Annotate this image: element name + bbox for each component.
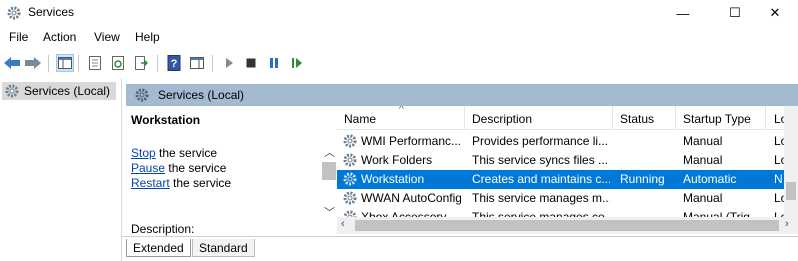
- back-arrow-icon: [4, 57, 20, 69]
- maximize-icon: ☐: [729, 5, 741, 20]
- pause-icon: [270, 58, 278, 68]
- close-icon: ✕: [769, 5, 781, 20]
- tree-item-label: Services (Local): [24, 84, 111, 98]
- table-row[interactable]: WMI Performanc... Provides performance l…: [337, 132, 798, 151]
- service-gear-icon: [343, 153, 357, 167]
- services-gear-icon: [135, 88, 149, 102]
- row-description: Provides performance li...: [472, 134, 609, 148]
- column-startup-type[interactable]: Startup Type: [683, 112, 751, 126]
- table-row-selected[interactable]: Workstation Creates and maintains c... R…: [337, 170, 798, 189]
- menu-view[interactable]: View: [94, 30, 120, 44]
- help-book-icon: ?: [167, 55, 181, 71]
- sort-caret-icon: ^: [399, 106, 404, 115]
- row-name: Workstation: [361, 172, 425, 186]
- row-description: This service manages m...: [472, 191, 610, 205]
- row-description: This service syncs files ...: [472, 153, 609, 167]
- export-icon: [135, 56, 148, 70]
- service-detail-panel: Workstation Stop the service Pause the s…: [126, 106, 342, 236]
- properties-icon: [89, 56, 101, 70]
- stop-link[interactable]: Stop: [131, 146, 156, 160]
- console-tree: Services (Local): [0, 78, 122, 261]
- services-gear-icon: [5, 84, 19, 98]
- help-button[interactable]: ?: [165, 54, 183, 72]
- minimize-button[interactable]: —: [660, 0, 706, 26]
- menu-help[interactable]: Help: [135, 30, 160, 44]
- window-title: Services: [28, 5, 75, 19]
- scroll-right-icon[interactable]: ›: [785, 218, 789, 230]
- list-horizontal-scrollbar[interactable]: ‹ ›: [337, 217, 798, 234]
- description-label: Description:: [131, 222, 195, 236]
- row-startup: Automatic: [683, 172, 737, 186]
- refresh-button[interactable]: [109, 54, 127, 72]
- minimize-icon: —: [676, 5, 690, 21]
- console-tree-icon: [58, 57, 72, 69]
- service-gear-icon: [343, 172, 357, 186]
- properties-button[interactable]: [86, 54, 104, 72]
- back-button[interactable]: [3, 54, 21, 72]
- show-action-pane-button[interactable]: [188, 54, 206, 72]
- list-vertical-scrollbar[interactable]: [784, 106, 798, 217]
- column-description[interactable]: Description: [472, 112, 532, 126]
- services-list: ^ Name Description Status Startup Type L…: [337, 106, 798, 234]
- menu-bar: File Action View Help: [0, 28, 798, 48]
- scroll-left-icon[interactable]: ‹: [341, 218, 345, 230]
- column-headers: ^ Name Description Status Startup Type L…: [337, 106, 798, 130]
- row-name: WMI Performanc...: [361, 134, 461, 148]
- restart-icon: [292, 58, 302, 68]
- view-tabs: Extended Standard: [122, 236, 798, 261]
- refresh-icon: [112, 56, 124, 70]
- service-gear-icon: [343, 134, 357, 148]
- stop-service-button[interactable]: [242, 54, 260, 72]
- svg-text:?: ?: [171, 58, 178, 70]
- tab-standard[interactable]: Standard: [192, 239, 255, 257]
- menu-action[interactable]: Action: [43, 30, 76, 44]
- start-service-button[interactable]: [220, 54, 238, 72]
- row-startup: Manual: [683, 153, 723, 167]
- detail-scrollbar[interactable]: ︿ ﹀: [321, 140, 337, 232]
- row-description: Creates and maintains c...: [472, 172, 610, 186]
- forward-arrow-icon: [25, 57, 41, 69]
- list-vertical-scroll-thumb[interactable]: [786, 182, 796, 200]
- chevron-up-icon[interactable]: ︿: [324, 144, 335, 160]
- show-hide-console-tree-button[interactable]: [56, 54, 74, 72]
- column-status[interactable]: Status: [620, 112, 654, 126]
- service-gear-icon: [343, 191, 357, 205]
- row-startup: Manual: [683, 191, 723, 205]
- chevron-down-icon[interactable]: ﹀: [324, 204, 335, 220]
- toolbar: ?: [0, 51, 798, 76]
- action-pause: Pause the service: [131, 161, 227, 175]
- menu-file[interactable]: File: [9, 30, 28, 44]
- detail-scroll-thumb[interactable]: [322, 162, 336, 180]
- band-title: Services (Local): [158, 88, 245, 102]
- action-stop: Stop the service: [131, 146, 218, 160]
- services-header-band: Services (Local): [126, 84, 798, 106]
- action-pane-icon: [190, 57, 204, 69]
- row-startup: Manual: [683, 134, 723, 148]
- row-name: WWAN AutoConfig: [361, 191, 461, 205]
- tab-extended[interactable]: Extended: [126, 239, 191, 257]
- tree-item-services-local[interactable]: Services (Local): [2, 82, 116, 100]
- restart-service-button[interactable]: [288, 54, 306, 72]
- title-bar: Services — ☐ ✕: [0, 0, 798, 26]
- table-row[interactable]: Work Folders This service syncs files ..…: [337, 151, 798, 170]
- selected-service-name: Workstation: [131, 113, 201, 127]
- column-name[interactable]: Name: [344, 112, 376, 126]
- table-row[interactable]: WWAN AutoConfig This service manages m..…: [337, 189, 798, 208]
- stop-icon: [246, 58, 256, 68]
- restart-link[interactable]: Restart: [131, 176, 170, 190]
- play-icon: [226, 58, 233, 68]
- list-horizontal-scroll-thumb[interactable]: [355, 220, 779, 231]
- forward-button[interactable]: [24, 54, 42, 72]
- action-restart: Restart the service: [131, 176, 232, 190]
- export-list-button[interactable]: [132, 54, 150, 72]
- services-gear-icon: [7, 6, 21, 20]
- pause-link[interactable]: Pause: [131, 161, 165, 175]
- close-button[interactable]: ✕: [752, 0, 798, 26]
- row-name: Work Folders: [361, 153, 433, 167]
- row-status: Running: [620, 172, 665, 186]
- pause-service-button[interactable]: [265, 54, 283, 72]
- services-window: Services — ☐ ✕ File Action View Help ? S…: [0, 0, 798, 261]
